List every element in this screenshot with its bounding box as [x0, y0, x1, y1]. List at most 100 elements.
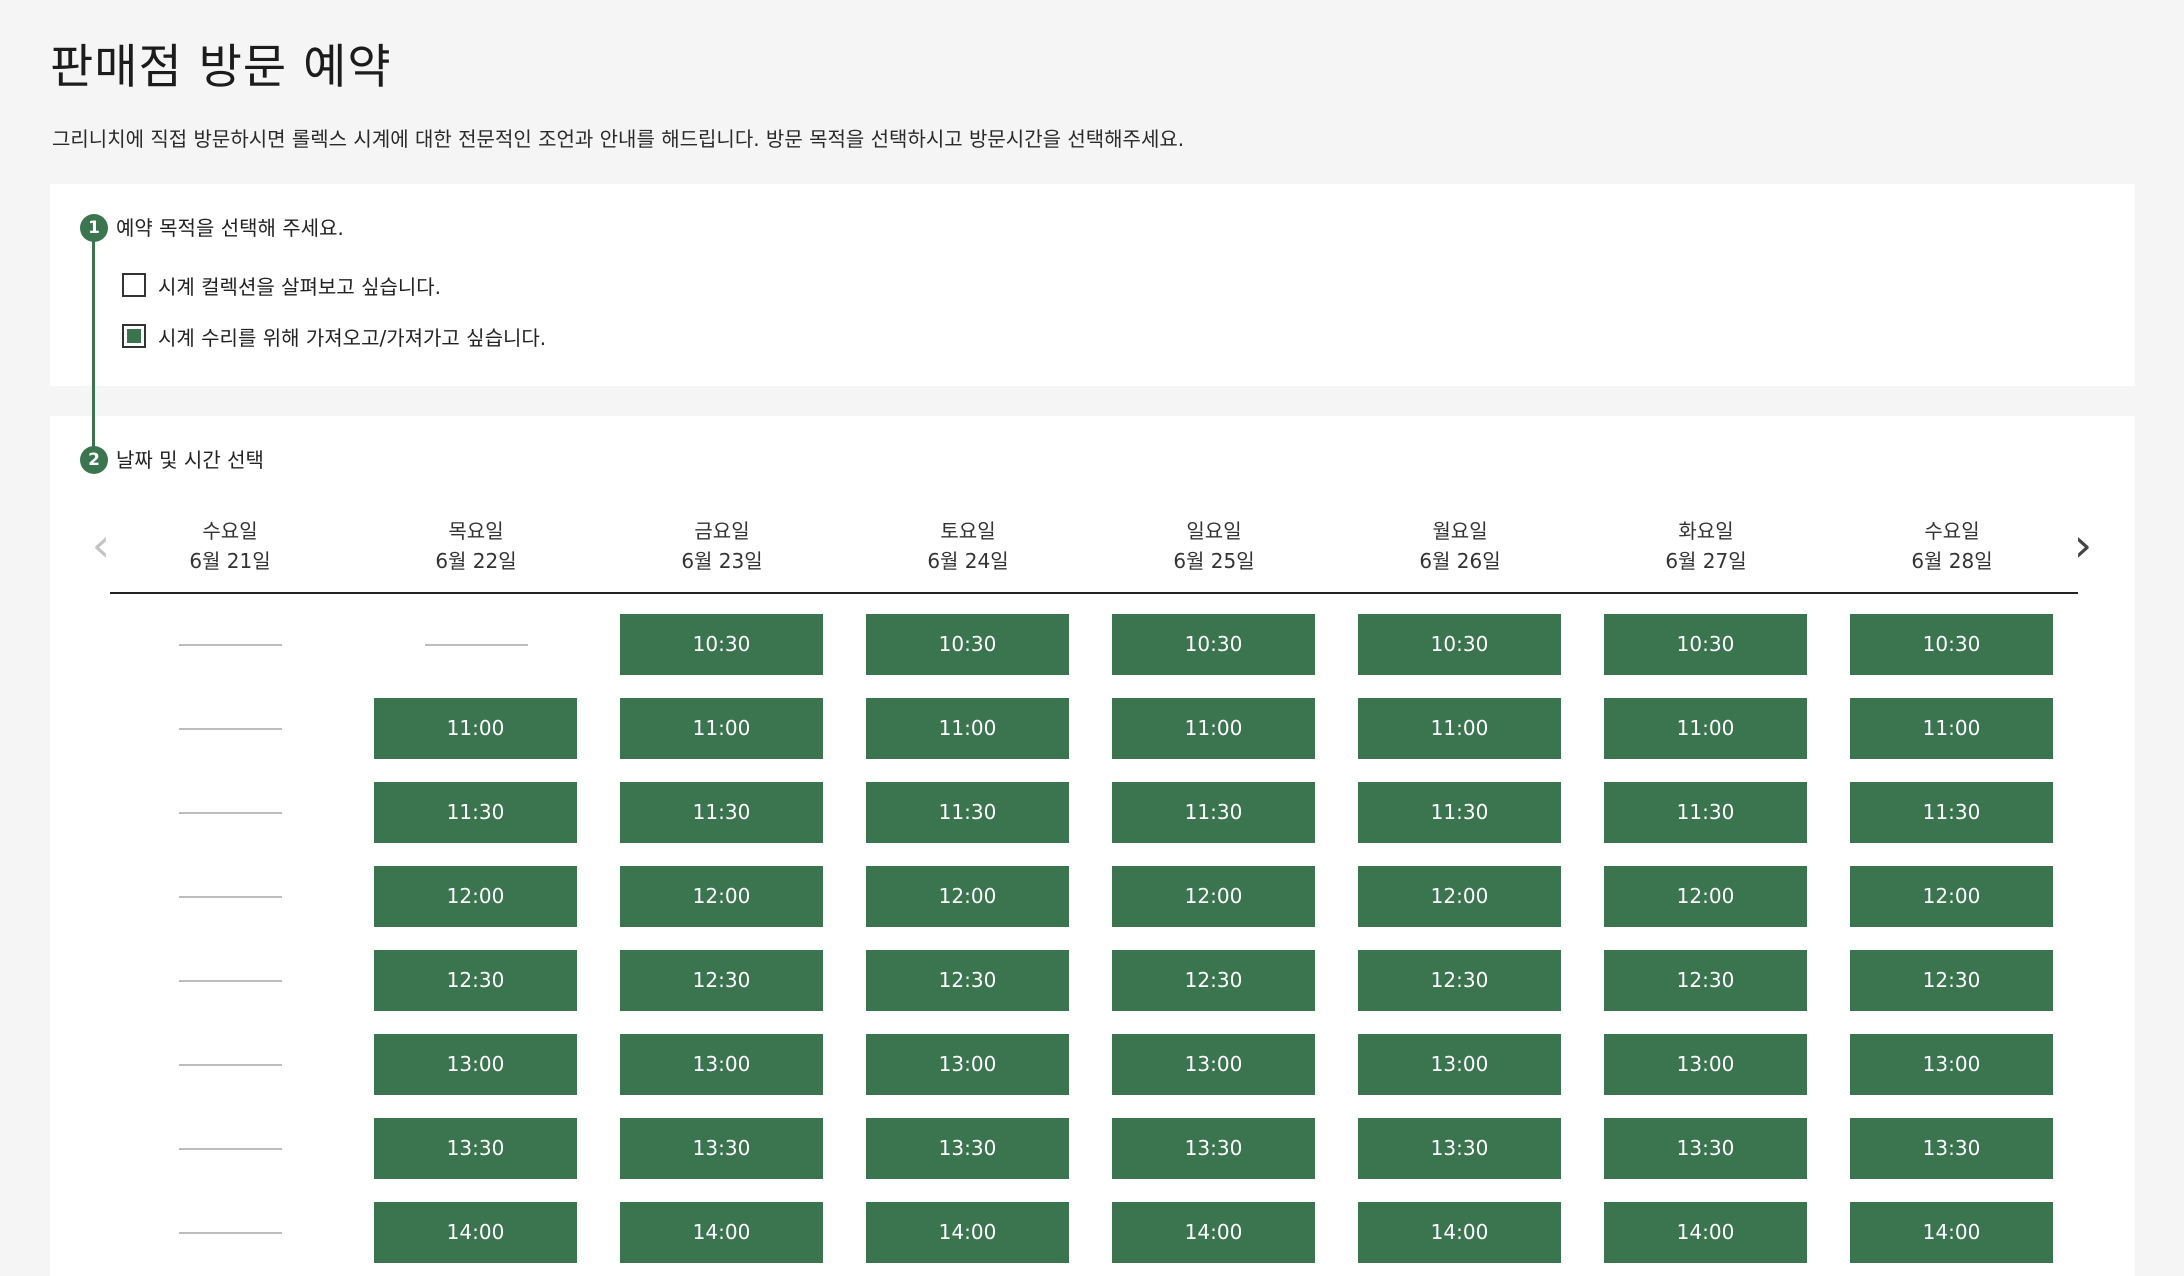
- time-slot-button[interactable]: 13:30: [1604, 1118, 1807, 1179]
- time-slot-button[interactable]: 12:00: [1850, 866, 2053, 927]
- time-slot-button[interactable]: 11:00: [866, 698, 1069, 759]
- time-slot-button[interactable]: 12:00: [1112, 866, 1315, 927]
- time-slot-button[interactable]: 13:30: [866, 1118, 1069, 1179]
- unavailable-slot-placeholder: [179, 727, 282, 730]
- prev-week-arrow-icon[interactable]: ‹: [86, 520, 116, 570]
- time-slot-button[interactable]: 11:00: [1604, 698, 1807, 759]
- time-slot-button[interactable]: 10:30: [620, 614, 823, 675]
- unavailable-slot-placeholder: [179, 895, 282, 898]
- time-slot-button[interactable]: 13:30: [1850, 1118, 2053, 1179]
- unavailable-slot-placeholder: [179, 979, 282, 982]
- time-slot-button[interactable]: 10:30: [1604, 614, 1807, 675]
- time-slot-button[interactable]: 11:30: [1850, 782, 2053, 843]
- time-slot-button[interactable]: 12:00: [1358, 866, 1561, 927]
- time-slot-button[interactable]: 12:00: [866, 866, 1069, 927]
- browse-collection-label: 시계 컬렉션을 살펴보고 싶습니다.: [158, 274, 442, 299]
- time-slot-button[interactable]: 12:00: [620, 866, 823, 927]
- unavailable-slot-placeholder: [179, 1063, 282, 1066]
- calendar-header-divider: [110, 592, 2078, 594]
- time-slot-button[interactable]: 12:00: [1604, 866, 1807, 927]
- time-slot-button[interactable]: 12:30: [374, 950, 577, 1011]
- time-slot-button[interactable]: 12:00: [374, 866, 577, 927]
- day-weekday: 금요일: [694, 519, 750, 543]
- browse-collection-checkbox[interactable]: [122, 273, 146, 297]
- time-slot-button[interactable]: 12:30: [1850, 950, 2053, 1011]
- step-2-badge: 2: [80, 446, 108, 474]
- time-slot-button[interactable]: 11:30: [1358, 782, 1561, 843]
- time-slot-button[interactable]: 11:00: [374, 698, 577, 759]
- time-slot-button[interactable]: 11:00: [1112, 698, 1315, 759]
- purpose-option-watch-repair[interactable]: 시계 수리를 위해 가져오고/가져가고 싶습니다.: [122, 321, 546, 351]
- step-2-title: 날짜 및 시간 선택: [116, 448, 264, 472]
- day-weekday: 화요일: [1678, 519, 1734, 543]
- day-date: 6월 21일: [189, 549, 271, 573]
- day-weekday: 토요일: [940, 519, 996, 543]
- time-slot-button[interactable]: 10:30: [1850, 614, 2053, 675]
- unavailable-slot-placeholder: [179, 1231, 282, 1234]
- time-slot-button[interactable]: 13:00: [620, 1034, 823, 1095]
- time-slot-button[interactable]: 13:00: [1112, 1034, 1315, 1095]
- day-header: 토요일 6월 24일: [866, 516, 1070, 576]
- step-1-title: 예약 목적을 선택해 주세요.: [116, 216, 344, 240]
- time-slot-button[interactable]: 11:30: [1112, 782, 1315, 843]
- unavailable-slot-placeholder: [179, 643, 282, 646]
- time-slot-button[interactable]: 13:30: [1358, 1118, 1561, 1179]
- time-slot-button[interactable]: 14:00: [1358, 1202, 1561, 1263]
- time-slot-button[interactable]: 11:00: [1358, 698, 1561, 759]
- schedule-card: [50, 416, 2135, 1276]
- time-slot-button[interactable]: 10:30: [1112, 614, 1315, 675]
- day-header: 수요일 6월 28일: [1850, 516, 2054, 576]
- time-slot-button[interactable]: 14:00: [1604, 1202, 1807, 1263]
- time-slot-button[interactable]: 14:00: [1112, 1202, 1315, 1263]
- time-slot-button[interactable]: 12:30: [866, 950, 1069, 1011]
- time-slot-button[interactable]: 14:00: [374, 1202, 577, 1263]
- next-week-arrow-icon[interactable]: ›: [2068, 520, 2098, 570]
- time-slot-button[interactable]: 12:30: [1112, 950, 1315, 1011]
- day-weekday: 월요일: [1432, 519, 1488, 543]
- day-header: 화요일 6월 27일: [1604, 516, 1808, 576]
- day-date: 6월 22일: [435, 549, 517, 573]
- time-slot-button[interactable]: 10:30: [1358, 614, 1561, 675]
- page-title: 판매점 방문 예약: [50, 40, 392, 95]
- time-slot-button[interactable]: 13:00: [1850, 1034, 2053, 1095]
- day-date: 6월 24일: [927, 549, 1009, 573]
- day-weekday: 목요일: [448, 519, 504, 543]
- day-header: 목요일 6월 22일: [374, 516, 578, 576]
- time-slot-button[interactable]: 11:30: [866, 782, 1069, 843]
- time-slot-button[interactable]: 13:00: [866, 1034, 1069, 1095]
- time-slot-button[interactable]: 11:00: [1850, 698, 2053, 759]
- day-weekday: 일요일: [1186, 519, 1242, 543]
- watch-repair-checkbox[interactable]: [122, 324, 146, 348]
- time-slot-button[interactable]: 12:30: [1358, 950, 1561, 1011]
- day-header: 수요일 6월 21일: [128, 516, 332, 576]
- time-slot-button[interactable]: 12:30: [620, 950, 823, 1011]
- unavailable-slot-placeholder: [179, 1147, 282, 1150]
- time-slot-button[interactable]: 12:30: [1604, 950, 1807, 1011]
- watch-repair-label: 시계 수리를 위해 가져오고/가져가고 싶습니다.: [158, 325, 547, 350]
- unavailable-slot-placeholder: [179, 811, 282, 814]
- time-slot-button[interactable]: 11:00: [620, 698, 823, 759]
- time-slot-button[interactable]: 14:00: [866, 1202, 1069, 1263]
- step-connector-line: [92, 228, 95, 460]
- time-slot-button[interactable]: 13:00: [1358, 1034, 1561, 1095]
- step-1-badge: 1: [80, 214, 108, 242]
- day-date: 6월 26일: [1419, 549, 1501, 573]
- day-header: 금요일 6월 23일: [620, 516, 824, 576]
- day-date: 6월 23일: [681, 549, 763, 573]
- time-slot-button[interactable]: 13:00: [1604, 1034, 1807, 1095]
- day-date: 6월 28일: [1911, 549, 1993, 573]
- time-slot-button[interactable]: 14:00: [620, 1202, 823, 1263]
- time-slot-button[interactable]: 11:30: [620, 782, 823, 843]
- time-slot-button[interactable]: 13:30: [374, 1118, 577, 1179]
- time-slot-button[interactable]: 11:30: [1604, 782, 1807, 843]
- time-slot-button[interactable]: 13:30: [620, 1118, 823, 1179]
- time-slot-button[interactable]: 14:00: [1850, 1202, 2053, 1263]
- day-weekday: 수요일: [1924, 519, 1980, 543]
- purpose-option-browse-collection[interactable]: 시계 컬렉션을 살펴보고 싶습니다.: [122, 270, 441, 300]
- day-header: 월요일 6월 26일: [1358, 516, 1562, 576]
- time-slot-button[interactable]: 13:00: [374, 1034, 577, 1095]
- time-slot-button[interactable]: 11:30: [374, 782, 577, 843]
- time-slot-button[interactable]: 10:30: [866, 614, 1069, 675]
- time-slot-button[interactable]: 13:30: [1112, 1118, 1315, 1179]
- unavailable-slot-placeholder: [425, 643, 528, 646]
